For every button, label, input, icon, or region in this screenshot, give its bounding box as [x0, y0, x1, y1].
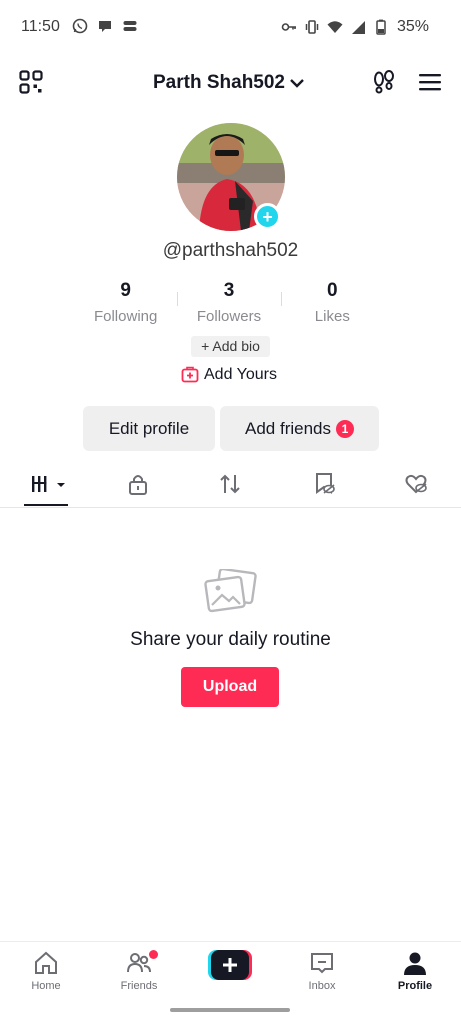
qr-code-icon[interactable] — [19, 70, 43, 94]
status-system-icons — [281, 19, 389, 35]
stat-label: Followers — [196, 308, 262, 325]
nav-label: Profile — [397, 980, 433, 992]
vpn-key-icon — [281, 23, 296, 31]
stat-label: Likes — [314, 308, 350, 325]
stat-value: 3 — [223, 280, 235, 301]
nav-label: Home — [31, 980, 61, 992]
content-tabs — [0, 464, 461, 508]
messages-icon — [123, 21, 137, 31]
add-friends-label: Add friends — [245, 418, 331, 438]
nav-inbox[interactable]: Inbox — [287, 950, 357, 992]
stat-likes[interactable]: 0 Likes — [280, 280, 384, 325]
create-post-button[interactable] — [208, 950, 252, 980]
footprint-icon[interactable] — [372, 70, 396, 94]
add-bio-button[interactable]: + Add bio — [191, 336, 270, 357]
vibrate-icon — [305, 20, 319, 34]
chevron-down-icon — [290, 79, 304, 88]
add-yours-button[interactable]: Add Yours — [181, 366, 277, 384]
stat-following[interactable]: 9 Following — [74, 280, 177, 325]
add-yours-icon — [181, 366, 199, 383]
stat-label: Following — [93, 308, 158, 325]
add-friends-button[interactable]: Add friends 1 — [220, 406, 379, 451]
tab-reposts-icon[interactable] — [218, 472, 242, 496]
chat-bubble-icon — [99, 21, 111, 32]
tab-videos-grid-icon[interactable] — [30, 472, 68, 496]
profile-stats: 9 Following 3 Followers 0 Likes — [74, 280, 384, 325]
nav-home[interactable]: Home — [11, 950, 81, 992]
nav-label: Friends — [120, 980, 158, 992]
avatar-add-button[interactable]: + — [254, 203, 281, 230]
account-switcher[interactable]: Parth Shah502 — [153, 72, 305, 94]
wifi-icon — [327, 21, 343, 33]
nav-profile[interactable]: Profile — [380, 950, 450, 992]
battery-percent: 35% — [396, 18, 429, 35]
nav-label: Inbox — [308, 980, 336, 992]
signal-icon — [352, 21, 365, 34]
notification-badge: 1 — [336, 419, 354, 438]
status-time: 11:50 — [21, 18, 60, 35]
account-name: Parth Shah502 — [153, 72, 285, 93]
add-yours-label: Add Yours — [204, 366, 277, 383]
photo-gallery-icon — [204, 569, 257, 613]
home-icon — [35, 951, 57, 974]
tab-private-lock-icon[interactable] — [126, 472, 150, 496]
bottom-nav: Home Friends Inbox Profile — [0, 941, 461, 1001]
profile-icon — [404, 952, 426, 975]
stat-value: 9 — [120, 280, 131, 301]
stat-divider — [177, 292, 179, 306]
tab-liked-hidden-icon[interactable] — [404, 472, 428, 496]
notification-dot — [149, 950, 158, 959]
stat-followers[interactable]: 3 Followers — [177, 280, 280, 325]
inbox-icon — [311, 953, 333, 974]
profile-actions: Edit profile Add friends 1 — [83, 406, 379, 451]
top-nav: Parth Shah502 — [0, 62, 461, 106]
nav-friends[interactable]: Friends — [104, 950, 174, 992]
active-tab-indicator — [24, 504, 68, 506]
upload-button[interactable]: Upload — [181, 667, 279, 707]
plus-icon: + — [262, 206, 273, 227]
stat-divider — [280, 292, 282, 306]
home-indicator[interactable] — [170, 1008, 290, 1012]
username: @parthshah502 — [162, 240, 299, 261]
status-notification-icons — [72, 18, 138, 34]
stat-value: 0 — [327, 280, 338, 301]
empty-state-title: Share your daily routine — [130, 629, 331, 650]
whatsapp-icon — [72, 18, 88, 34]
edit-profile-button[interactable]: Edit profile — [83, 406, 215, 451]
tab-favorites-hidden-icon[interactable] — [312, 472, 336, 496]
battery-icon — [376, 19, 386, 35]
menu-icon[interactable] — [418, 72, 442, 92]
status-bar: 11:50 35% — [0, 0, 461, 56]
